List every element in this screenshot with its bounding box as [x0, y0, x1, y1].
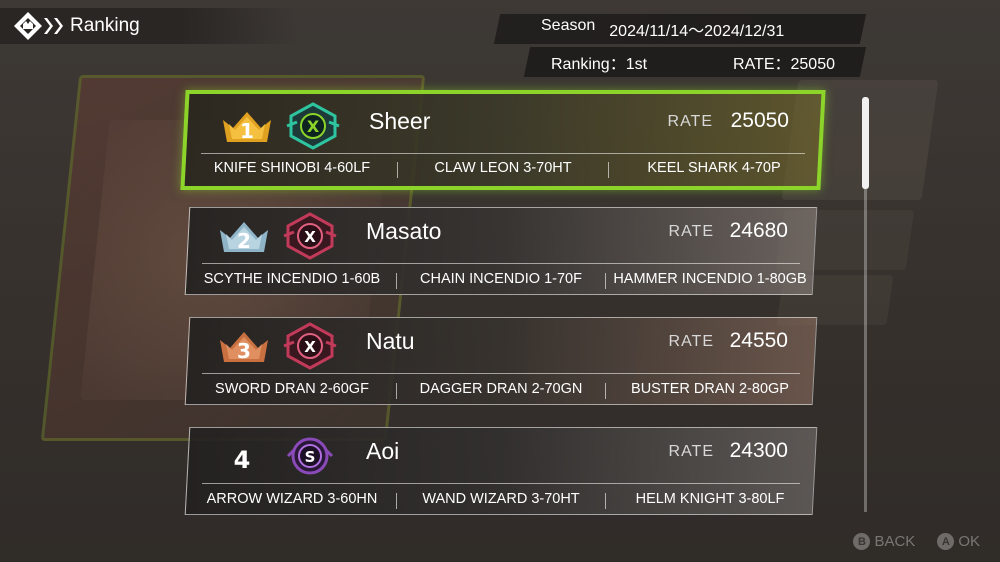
rate-label: RATE — [667, 113, 713, 130]
season-range: 2024/11/14～2024/12/31 — [609, 23, 785, 40]
svg-text:4: 4 — [234, 446, 251, 474]
deck-part: KEEL SHARK 4-70P — [647, 160, 781, 176]
silver-crown-icon: 2 — [218, 218, 270, 254]
deck-part: HELM KNIGHT 3-80LF — [635, 491, 785, 507]
rate-label: RATE — [668, 223, 714, 240]
player-name: Sheer — [369, 108, 431, 134]
b-button-icon: B — [853, 533, 871, 550]
rank-emblem-icon: S — [280, 432, 340, 480]
season-label: Season — [541, 17, 596, 34]
rate-label: RATE — [668, 443, 714, 460]
ranking-row-1[interactable]: 1 X Sheer RATE 25050 KNIFE SHINOBI 4-60L… — [180, 90, 826, 190]
back-label: BACK — [874, 533, 916, 550]
rate-value: 24550 — [729, 329, 788, 352]
footer-controls: B BACK A OK — [853, 533, 980, 550]
bronze-crown-icon: 3 — [218, 328, 270, 364]
player-name: Aoi — [366, 438, 400, 464]
svg-text:2: 2 — [237, 229, 251, 253]
back-button[interactable]: B BACK — [853, 533, 915, 550]
divider — [201, 153, 805, 154]
rate-value: 24680 — [729, 219, 788, 242]
deck-part: CLAW LEON 3-70HT — [434, 160, 572, 176]
deck-part: HAMMER INCENDIO 1-80GB — [613, 271, 807, 287]
rank-emblem-icon: X — [283, 102, 343, 150]
player-name: Masato — [366, 218, 442, 244]
divider — [202, 263, 800, 264]
ranking-row-2[interactable]: 2 X Masato RATE 24680 SCYTHE INCENDIO 1-… — [184, 207, 818, 295]
svg-text:X: X — [307, 117, 320, 136]
scrollbar-thumb[interactable] — [862, 97, 869, 189]
deck-parts: KNIFE SHINOBI 4-60LF CLAW LEON 3-70HT KE… — [187, 160, 819, 178]
deck-part: ARROW WIZARD 3-60HN — [206, 491, 378, 507]
my-rate: RATE：25050 — [733, 56, 835, 73]
ok-button[interactable]: A OK — [937, 533, 980, 550]
rate-label: RATE — [668, 333, 714, 350]
season-panel: Season 2024/11/14～2024/12/31 — [493, 14, 867, 44]
deck-part: DAGGER DRAN 2-70GN — [419, 381, 583, 397]
divider — [202, 483, 800, 484]
rate-value: 25050 — [730, 109, 789, 132]
ranking-row-4[interactable]: 4 S Aoi RATE 24300 ARROW WIZARD 3-60HN W… — [184, 427, 818, 515]
deck-part: SCYTHE INCENDIO 1-60B — [203, 271, 381, 287]
page-title: Ranking — [70, 15, 140, 36]
deck-parts: SWORD DRAN 2-60GF DAGGER DRAN 2-70GN BUS… — [188, 381, 814, 399]
deck-part: SWORD DRAN 2-60GF — [215, 381, 369, 397]
svg-text:X: X — [304, 228, 316, 246]
a-button-icon: A — [937, 533, 955, 550]
my-ranking: Ranking：1st — [551, 56, 648, 73]
deck-parts: SCYTHE INCENDIO 1-60B CHAIN INCENDIO 1-7… — [188, 271, 814, 289]
deck-part: WAND WIZARD 3-70HT — [422, 491, 580, 507]
gold-crown-icon: 1 — [221, 108, 273, 144]
header-bar: Ranking — [0, 8, 300, 44]
rank-emblem-icon: X — [280, 322, 340, 370]
deck-parts: ARROW WIZARD 3-60HN WAND WIZARD 3-70HT H… — [188, 491, 814, 509]
divider — [202, 373, 800, 374]
deck-part: CHAIN INCENDIO 1-70F — [420, 271, 582, 287]
player-name: Natu — [366, 328, 415, 354]
ok-label: OK — [958, 533, 980, 550]
svg-text:3: 3 — [237, 339, 251, 363]
svg-text:1: 1 — [240, 119, 254, 143]
deck-part: KNIFE SHINOBI 4-60LF — [213, 160, 371, 176]
svg-text:S: S — [305, 448, 316, 466]
svg-text:X: X — [304, 338, 316, 356]
deck-part: BUSTER DRAN 2-80GP — [631, 381, 789, 397]
rate-value: 24300 — [729, 439, 788, 462]
rank-emblem-icon: X — [280, 212, 340, 260]
ranking-row-3[interactable]: 3 X Natu RATE 24550 SWORD DRAN 2-60GF DA… — [184, 317, 818, 405]
my-ranking-panel: Ranking：1st RATE：25050 — [523, 47, 867, 77]
ranking-icon — [10, 8, 68, 44]
rank-number: 4 — [218, 438, 270, 474]
